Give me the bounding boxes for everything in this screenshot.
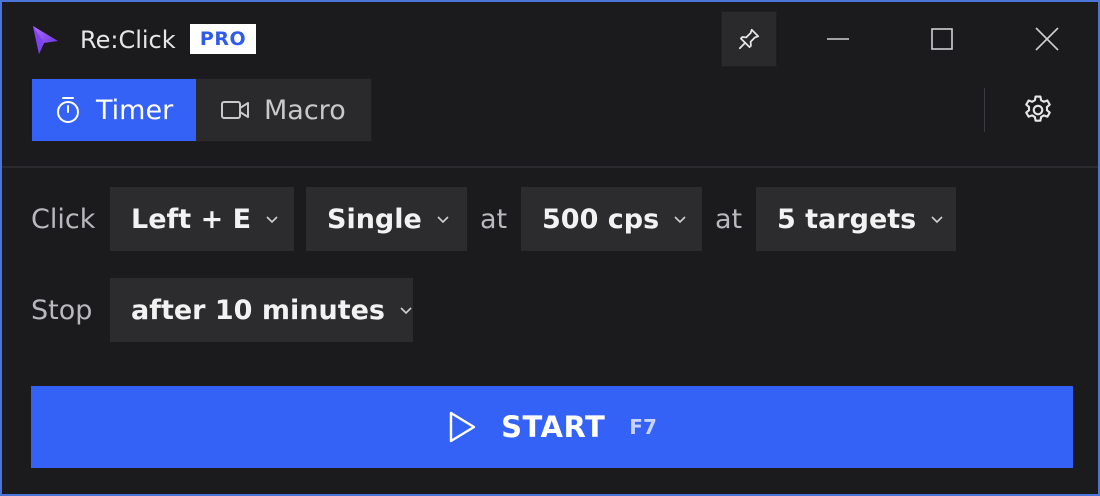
start-hotkey: F7 bbox=[629, 415, 657, 439]
click-type-value: Single bbox=[327, 203, 422, 235]
chevron-down-icon bbox=[931, 216, 943, 224]
click-rate-value: 500 cps bbox=[542, 203, 660, 235]
click-rate-dropdown[interactable]: 500 cps bbox=[521, 187, 702, 251]
header-divider bbox=[984, 88, 985, 132]
stop-condition-value: after 10 minutes bbox=[131, 294, 385, 326]
mode-tabs: Timer Macro bbox=[31, 78, 372, 142]
click-type-dropdown[interactable]: Single bbox=[306, 187, 467, 251]
tab-timer[interactable]: Timer bbox=[32, 79, 196, 141]
targets-value: 5 targets bbox=[777, 203, 917, 235]
app-title: Re:Click bbox=[80, 26, 176, 54]
start-label: START bbox=[501, 410, 606, 444]
mouse-button-dropdown[interactable]: Left + E bbox=[110, 187, 294, 251]
tab-macro[interactable]: Macro bbox=[196, 79, 371, 141]
tab-macro-label: Macro bbox=[264, 94, 346, 126]
gear-icon bbox=[1025, 95, 1051, 122]
maximize-icon bbox=[931, 28, 953, 50]
close-icon bbox=[1035, 27, 1059, 51]
close-button[interactable] bbox=[1007, 11, 1087, 67]
stopwatch-icon bbox=[57, 97, 79, 123]
section-divider bbox=[2, 166, 1098, 168]
app-window: Re:Click PRO Timer Macro Click Left + E … bbox=[0, 0, 1100, 496]
app-logo-icon bbox=[33, 26, 58, 54]
video-camera-icon bbox=[221, 101, 249, 119]
stop-label: Stop bbox=[31, 295, 93, 326]
chevron-down-icon bbox=[400, 307, 412, 315]
start-button[interactable]: START F7 bbox=[31, 386, 1073, 468]
at-label-1: at bbox=[480, 204, 508, 235]
maximize-button[interactable] bbox=[902, 11, 982, 67]
play-icon bbox=[449, 411, 476, 443]
chevron-down-icon bbox=[674, 216, 686, 224]
title-bar[interactable]: Re:Click PRO bbox=[2, 2, 1098, 76]
at-label-2: at bbox=[715, 204, 743, 235]
pin-button[interactable] bbox=[721, 11, 777, 67]
minimize-icon bbox=[827, 38, 849, 40]
targets-dropdown[interactable]: 5 targets bbox=[756, 187, 956, 251]
chevron-down-icon bbox=[437, 216, 449, 224]
mouse-button-value: Left + E bbox=[131, 203, 252, 235]
pro-badge: PRO bbox=[190, 24, 256, 54]
stop-condition-dropdown[interactable]: after 10 minutes bbox=[110, 278, 413, 342]
settings-button[interactable] bbox=[1010, 82, 1066, 138]
minimize-button[interactable] bbox=[798, 11, 878, 67]
pin-icon bbox=[738, 28, 760, 50]
chevron-down-icon bbox=[266, 216, 278, 224]
tab-timer-label: Timer bbox=[96, 94, 174, 126]
click-label: Click bbox=[31, 204, 96, 235]
